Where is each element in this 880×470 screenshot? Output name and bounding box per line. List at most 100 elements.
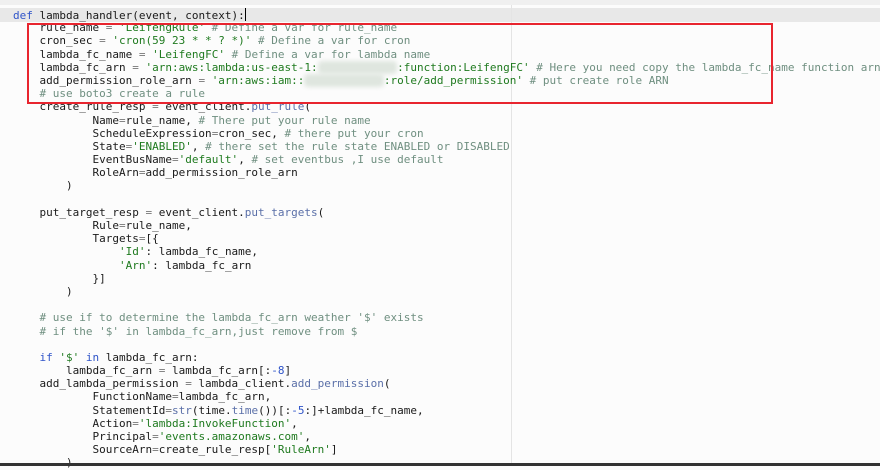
string-literal: 'Arn' — [118, 258, 153, 272]
code-line[interactable]: Name=rule_name, # There put your rule na… — [13, 114, 880, 127]
code-line[interactable]: ScheduleExpression=cron_sec, # there put… — [13, 127, 880, 140]
code-text: RoleArn — [13, 166, 139, 180]
code-text: rule_name, — [125, 219, 192, 232]
code-line[interactable] — [13, 298, 880, 311]
code-text: , — [304, 430, 312, 443]
code-text: ( — [383, 377, 391, 391]
string-literal: 'default' — [178, 153, 239, 167]
string-literal: 'Id' — [118, 245, 146, 259]
code-line[interactable]: State='ENABLED', # there set the rule st… — [13, 140, 880, 153]
code-line[interactable]: def lambda_handler(event, context): — [13, 8, 880, 22]
code-text: lambda_fc_arn: — [99, 350, 199, 364]
code-line[interactable]: add_lambda_permission = lambda_client.ad… — [13, 377, 880, 390]
code-line[interactable]: # if the '$' in lambda_fc_arn,just remov… — [13, 325, 880, 338]
string-literal: 'ENABLED' — [132, 139, 192, 153]
code-line[interactable] — [13, 338, 880, 351]
code-text: lambda_handler(event, context): — [32, 9, 245, 22]
comment: # set eventbus ,I use default — [251, 153, 444, 167]
code-text: :]+lambda_fc_name, — [304, 403, 424, 417]
code-line[interactable]: Targets=[{ — [13, 232, 880, 245]
code-line[interactable]: put_target_resp = event_client.put_targe… — [13, 206, 880, 219]
code-text: event_client. — [152, 205, 245, 219]
code-text: rule_name, — [125, 113, 199, 127]
operator: = — [132, 416, 139, 430]
keyword: in — [85, 350, 100, 364]
code-text: lambda_fc_arn, — [178, 390, 272, 404]
code-text: cron_sec, — [218, 126, 285, 140]
code-line[interactable]: Rule=rule_name, — [13, 219, 880, 232]
code-text: lambda_client. — [191, 377, 292, 391]
operator: = — [185, 377, 192, 391]
comment: # there set the rule state ENABLED or DI… — [205, 139, 510, 153]
editor-top-bar — [0, 0, 880, 5]
code-text: create_rule_resp[ — [158, 443, 272, 457]
code-line[interactable]: 'Id': lambda_fc_name, — [13, 245, 880, 258]
number-literal: -8 — [271, 364, 285, 378]
code-text: SourceArn — [13, 443, 153, 457]
code-text: (time. — [191, 403, 232, 417]
function-name: add_permission — [291, 377, 384, 391]
code-text: put_target_resp — [13, 205, 146, 219]
code-text: EventBusName — [13, 153, 172, 167]
code-line[interactable]: }] — [13, 272, 880, 285]
code-text: , — [238, 153, 252, 167]
operator: = — [152, 443, 159, 457]
function-name: time — [231, 403, 259, 417]
code-text: ] — [284, 364, 292, 378]
code-line[interactable]: ) — [13, 285, 880, 298]
comment: # there put your cron — [284, 126, 424, 140]
code-line[interactable] — [13, 193, 880, 206]
code-text: State — [13, 139, 126, 153]
code-text: lambda_fc_arn[: — [165, 364, 272, 378]
code-text: ) — [13, 284, 73, 298]
code-line[interactable]: Action='lambda:InvokeFunction', — [13, 417, 880, 430]
operator: = — [152, 430, 159, 443]
code-text: ())[: — [258, 403, 292, 417]
text-cursor — [244, 8, 247, 21]
code-text: ) — [13, 179, 73, 193]
code-text: , — [291, 416, 298, 430]
code-line[interactable]: ) — [13, 179, 880, 192]
code-line[interactable]: # use if to determine the lambda_fc_arn … — [13, 311, 880, 324]
operator: = — [171, 390, 179, 404]
code-line[interactable]: SourceArn=create_rule_resp['RuleArn'] — [13, 443, 880, 456]
code-text: FunctionName — [13, 390, 172, 404]
code-text: Principal — [13, 430, 153, 443]
keyword: def — [13, 9, 33, 22]
keyword: if — [39, 350, 53, 364]
code-text: : lambda_fc_name, — [145, 245, 259, 259]
code-text: ( — [317, 205, 325, 219]
code-line[interactable]: StatementId=str(time.time())[:-5:]+lambd… — [13, 404, 880, 417]
code-line[interactable]: lambda_fc_arn = lambda_fc_arn[:-8] — [13, 364, 880, 377]
code-line[interactable]: EventBusName='default', # set eventbus ,… — [13, 153, 880, 166]
number-literal: -5 — [291, 403, 305, 417]
operator: = — [118, 219, 126, 232]
function-name: str — [171, 403, 192, 417]
comment: # There put your rule name — [198, 113, 371, 127]
code-text: StatementId — [13, 403, 166, 417]
code-text: , — [191, 139, 206, 153]
code-text: Action — [13, 416, 133, 430]
code-text: Name — [13, 113, 119, 127]
code-text: }] — [13, 271, 106, 285]
operator: = — [171, 153, 179, 167]
code-line[interactable]: 'Arn': lambda_fc_arn — [13, 259, 880, 272]
code-line[interactable]: RoleArn=add_permission_role_arn — [13, 166, 880, 179]
operator: = — [118, 113, 126, 127]
code-line[interactable]: Principal='events.amazonaws.com', — [13, 430, 880, 443]
code-text: Rule — [13, 219, 119, 232]
string-literal: 'lambda:InvokeFunction' — [138, 416, 292, 430]
string-literal: '$' — [59, 350, 80, 364]
string-literal: 'RuleArn' — [271, 443, 331, 457]
comment: # use if to determine the lambda_fc_arn … — [13, 311, 424, 325]
code-text: ] — [330, 443, 338, 457]
code-text: add_lambda_permission — [13, 377, 186, 391]
code-line[interactable]: FunctionName=lambda_fc_arn, — [13, 390, 880, 403]
string-literal: 'events.amazonaws.com' — [158, 430, 305, 443]
code-line[interactable]: if '$' in lambda_fc_arn: — [13, 351, 880, 364]
code-text: lambda_fc_arn — [13, 364, 159, 378]
